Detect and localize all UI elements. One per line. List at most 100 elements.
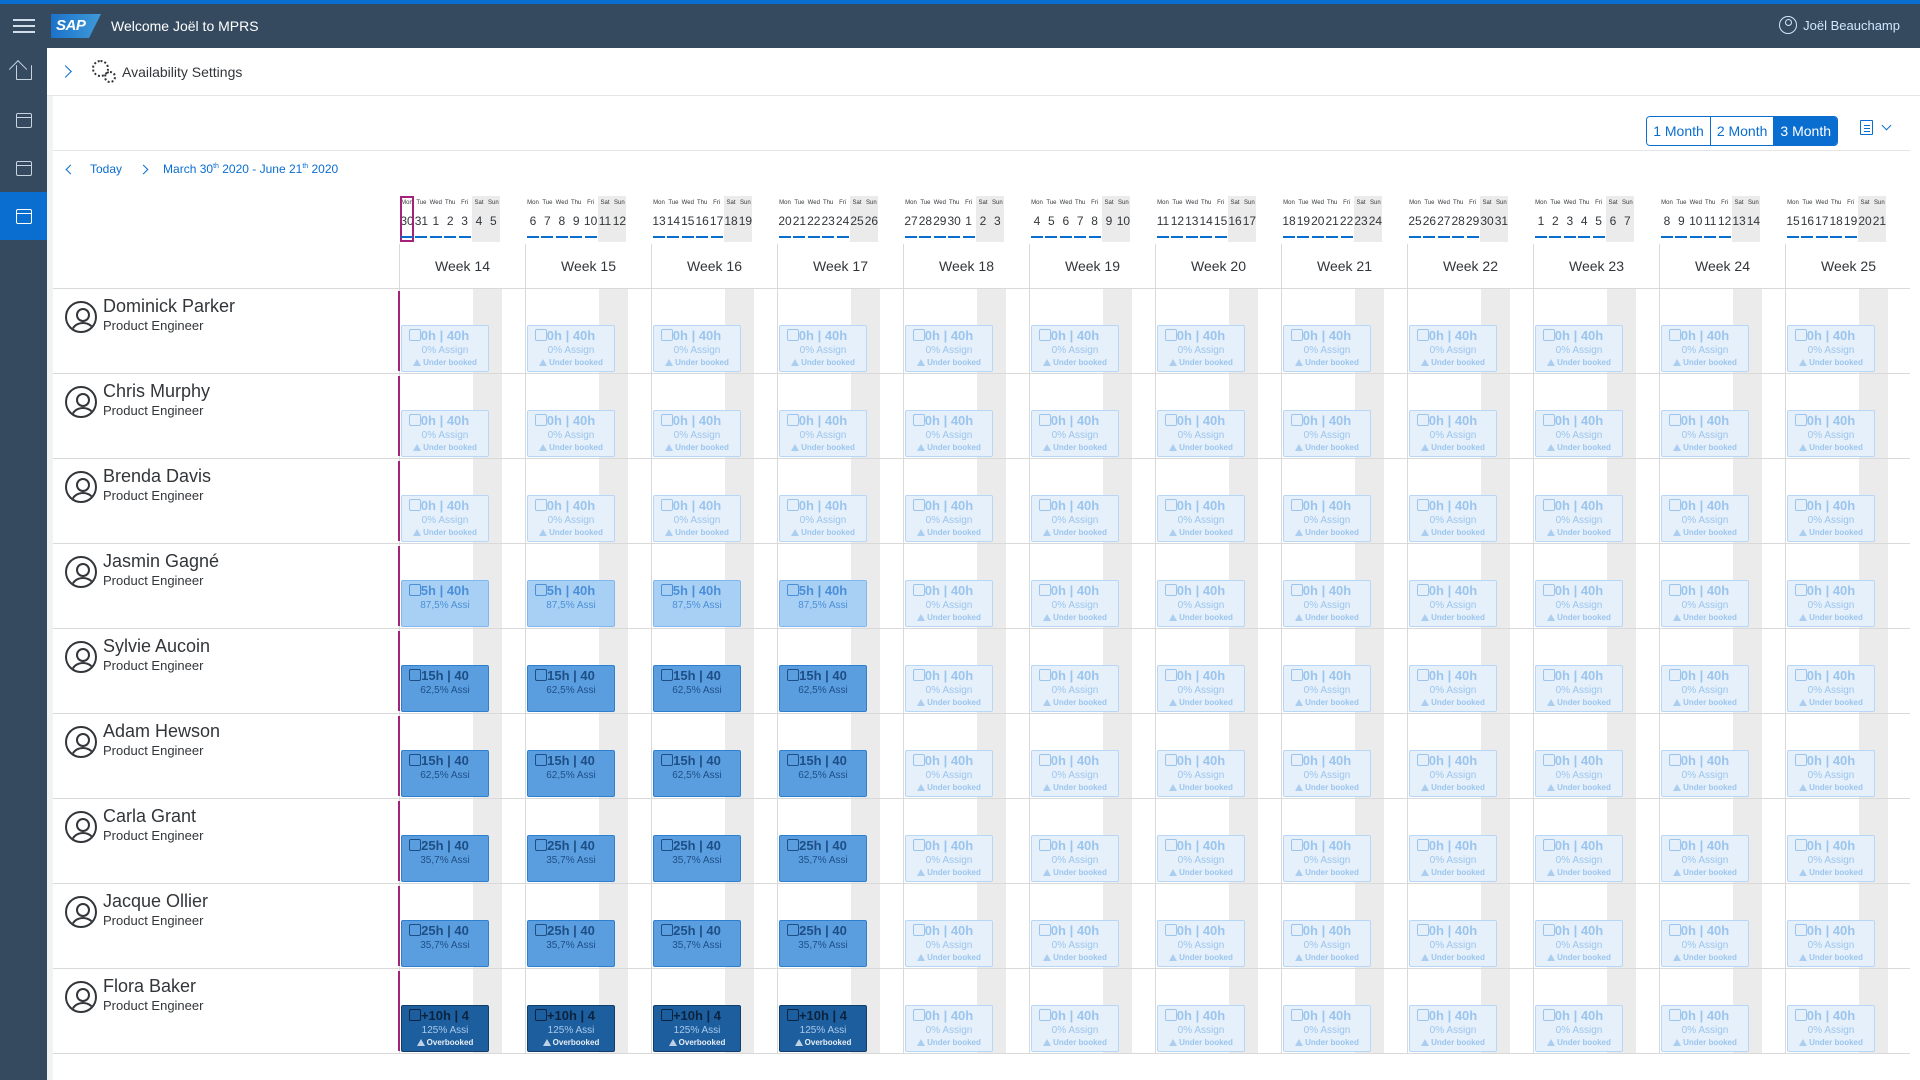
assignment-card[interactable]: 0h | 40h 0% Assign Under booked [1787,495,1875,542]
assignment-card[interactable]: 0h | 40h 0% Assign Under booked [1283,750,1371,797]
assignment-card[interactable]: 0h | 40h 0% Assign Under booked [1787,580,1875,627]
assignment-card[interactable]: 25h | 40 35,7% Assi [527,835,615,882]
resource-info[interactable]: Adam Hewson Product Engineer [65,720,220,760]
assignment-card[interactable]: 15h | 40 62,5% Assi [779,665,867,712]
assignment-card[interactable]: 0h | 40h 0% Assign Under booked [1661,1005,1749,1052]
assignment-card[interactable]: 0h | 40h 0% Assign Under booked [527,495,615,542]
assignment-card[interactable]: 15h | 40 62,5% Assi [653,665,741,712]
assignment-card[interactable]: +10h | 4 125% Assi Overbooked [779,1005,867,1052]
assignment-card[interactable]: 15h | 40 62,5% Assi [653,750,741,797]
assignment-card[interactable]: 0h | 40h 0% Assign Under booked [905,920,993,967]
assignment-card[interactable]: 0h | 40h 0% Assign Under booked [527,325,615,372]
assignment-card[interactable]: 0h | 40h 0% Assign Under booked [1661,750,1749,797]
assignment-card[interactable]: 0h | 40h 0% Assign Under booked [1031,665,1119,712]
assignment-card[interactable]: 0h | 40h 0% Assign Under booked [1661,920,1749,967]
assignment-card[interactable]: 0h | 40h 0% Assign Under booked [1157,750,1245,797]
assignment-card[interactable]: 0h | 40h 0% Assign Under booked [1535,665,1623,712]
assignment-card[interactable]: 0h | 40h 0% Assign Under booked [1031,580,1119,627]
assignment-card[interactable]: 0h | 40h 0% Assign Under booked [1283,325,1371,372]
assignment-card[interactable]: 0h | 40h 0% Assign Under booked [653,410,741,457]
assignment-card[interactable]: 0h | 40h 0% Assign Under booked [1409,750,1497,797]
assignment-card[interactable]: 0h | 40h 0% Assign Under booked [653,325,741,372]
assignment-card[interactable]: 0h | 40h 0% Assign Under booked [1283,1005,1371,1052]
assignment-card[interactable]: 0h | 40h 0% Assign Under booked [1787,835,1875,882]
assignment-card[interactable]: 0h | 40h 0% Assign Under booked [1031,1005,1119,1052]
assignment-card[interactable]: 0h | 40h 0% Assign Under booked [1535,1005,1623,1052]
assignment-card[interactable]: 15h | 40 62,5% Assi [401,665,489,712]
assignment-card[interactable]: 0h | 40h 0% Assign Under booked [401,410,489,457]
assignment-card[interactable]: 0h | 40h 0% Assign Under booked [1409,580,1497,627]
assignment-card[interactable]: 0h | 40h 0% Assign Under booked [1409,410,1497,457]
resource-info[interactable]: Jasmin Gagné Product Engineer [65,550,219,590]
previous-icon[interactable] [65,164,76,174]
assignment-card[interactable]: 15h | 40 62,5% Assi [779,750,867,797]
assignment-card[interactable]: 25h | 40 35,7% Assi [653,920,741,967]
today-link[interactable]: Today [90,162,122,176]
assignment-card[interactable]: +10h | 4 125% Assi Overbooked [401,1005,489,1052]
range-button-3-month[interactable]: 3 Month [1774,117,1837,145]
assignment-card[interactable]: 0h | 40h 0% Assign Under booked [401,325,489,372]
assignment-card[interactable]: 0h | 40h 0% Assign Under booked [1409,920,1497,967]
assignment-card[interactable]: 0h | 40h 0% Assign Under booked [905,665,993,712]
assignment-card[interactable]: 0h | 40h 0% Assign Under booked [1535,410,1623,457]
assignment-card[interactable]: 0h | 40h 0% Assign Under booked [1535,750,1623,797]
assignment-card[interactable]: 15h | 40 62,5% Assi [527,665,615,712]
nav-home[interactable] [0,48,47,96]
nav-tasks[interactable] [0,96,47,144]
nav-availability[interactable] [0,192,47,240]
assignment-card[interactable]: 0h | 40h 0% Assign Under booked [1283,665,1371,712]
assignment-card[interactable]: 0h | 40h 0% Assign Under booked [1661,835,1749,882]
assignment-card[interactable]: 0h | 40h 0% Assign Under booked [1787,410,1875,457]
assignment-card[interactable]: 0h | 40h 0% Assign Under booked [401,495,489,542]
resource-info[interactable]: Carla Grant Product Engineer [65,805,203,845]
assignment-card[interactable]: 0h | 40h 0% Assign Under booked [1157,1005,1245,1052]
resource-info[interactable]: Sylvie Aucoin Product Engineer [65,635,210,675]
assignment-card[interactable]: 0h | 40h 0% Assign Under booked [1157,835,1245,882]
assignment-card[interactable]: 0h | 40h 0% Assign Under booked [905,580,993,627]
assignment-card[interactable]: 0h | 40h 0% Assign Under booked [1157,665,1245,712]
assignment-card[interactable]: 0h | 40h 0% Assign Under booked [905,750,993,797]
assignment-card[interactable]: 0h | 40h 0% Assign Under booked [1409,835,1497,882]
assignment-card[interactable]: 15h | 40 62,5% Assi [401,750,489,797]
assignment-card[interactable]: 0h | 40h 0% Assign Under booked [1787,920,1875,967]
assignment-card[interactable]: 0h | 40h 0% Assign Under booked [1661,580,1749,627]
assignment-card[interactable]: 25h | 40 35,7% Assi [653,835,741,882]
assignment-card[interactable]: 0h | 40h 0% Assign Under booked [1031,750,1119,797]
assignment-card[interactable]: 15h | 40 62,5% Assi [527,750,615,797]
assignment-card[interactable]: 0h | 40h 0% Assign Under booked [1787,750,1875,797]
next-icon[interactable] [138,164,149,174]
menu-icon[interactable] [0,4,48,48]
assignment-card[interactable]: 25h | 40 35,7% Assi [401,920,489,967]
assignment-card[interactable]: +10h | 4 125% Assi Overbooked [653,1005,741,1052]
assignment-card[interactable]: 0h | 40h 0% Assign Under booked [1535,920,1623,967]
assignment-card[interactable]: 0h | 40h 0% Assign Under booked [1157,495,1245,542]
assignment-card[interactable]: 25h | 40 35,7% Assi [401,835,489,882]
assignment-card[interactable]: 0h | 40h 0% Assign Under booked [1535,835,1623,882]
assignment-card[interactable]: 25h | 40 35,7% Assi [527,920,615,967]
resource-info[interactable]: Brenda Davis Product Engineer [65,465,211,505]
user-menu[interactable]: Joël Beauchamp [1779,16,1900,34]
assignment-card[interactable]: 0h | 40h 0% Assign Under booked [1661,410,1749,457]
assignment-card[interactable]: 0h | 40h 0% Assign Under booked [1409,325,1497,372]
assignment-card[interactable]: 0h | 40h 0% Assign Under booked [1535,495,1623,542]
assignment-card[interactable]: 0h | 40h 0% Assign Under booked [1787,665,1875,712]
assignment-card[interactable]: 0h | 40h 0% Assign Under booked [653,495,741,542]
assignment-card[interactable]: 0h | 40h 0% Assign Under booked [1787,325,1875,372]
assignment-card[interactable]: 0h | 40h 0% Assign Under booked [1031,835,1119,882]
resource-info[interactable]: Chris Murphy Product Engineer [65,380,210,420]
assignment-card[interactable]: 0h | 40h 0% Assign Under booked [1535,580,1623,627]
assignment-card[interactable]: 0h | 40h 0% Assign Under booked [1283,580,1371,627]
assignment-card[interactable]: 0h | 40h 0% Assign Under booked [1031,325,1119,372]
view-menu[interactable] [1860,120,1892,135]
assignment-card[interactable]: +10h | 4 125% Assi Overbooked [527,1005,615,1052]
assignment-card[interactable]: 0h | 40h 0% Assign Under booked [905,835,993,882]
assignment-card[interactable]: 0h | 40h 0% Assign Under booked [1157,920,1245,967]
assignment-card[interactable]: 25h | 40 35,7% Assi [779,835,867,882]
assignment-card[interactable]: 0h | 40h 0% Assign Under booked [1283,835,1371,882]
assignment-card[interactable]: 5h | 40h 87,5% Assi [653,580,741,627]
assignment-card[interactable]: 0h | 40h 0% Assign Under booked [1409,1005,1497,1052]
assignment-card[interactable]: 5h | 40h 87,5% Assi [401,580,489,627]
resource-info[interactable]: Flora Baker Product Engineer [65,975,203,1015]
assignment-card[interactable]: 0h | 40h 0% Assign Under booked [1409,495,1497,542]
assignment-card[interactable]: 0h | 40h 0% Assign Under booked [1157,325,1245,372]
